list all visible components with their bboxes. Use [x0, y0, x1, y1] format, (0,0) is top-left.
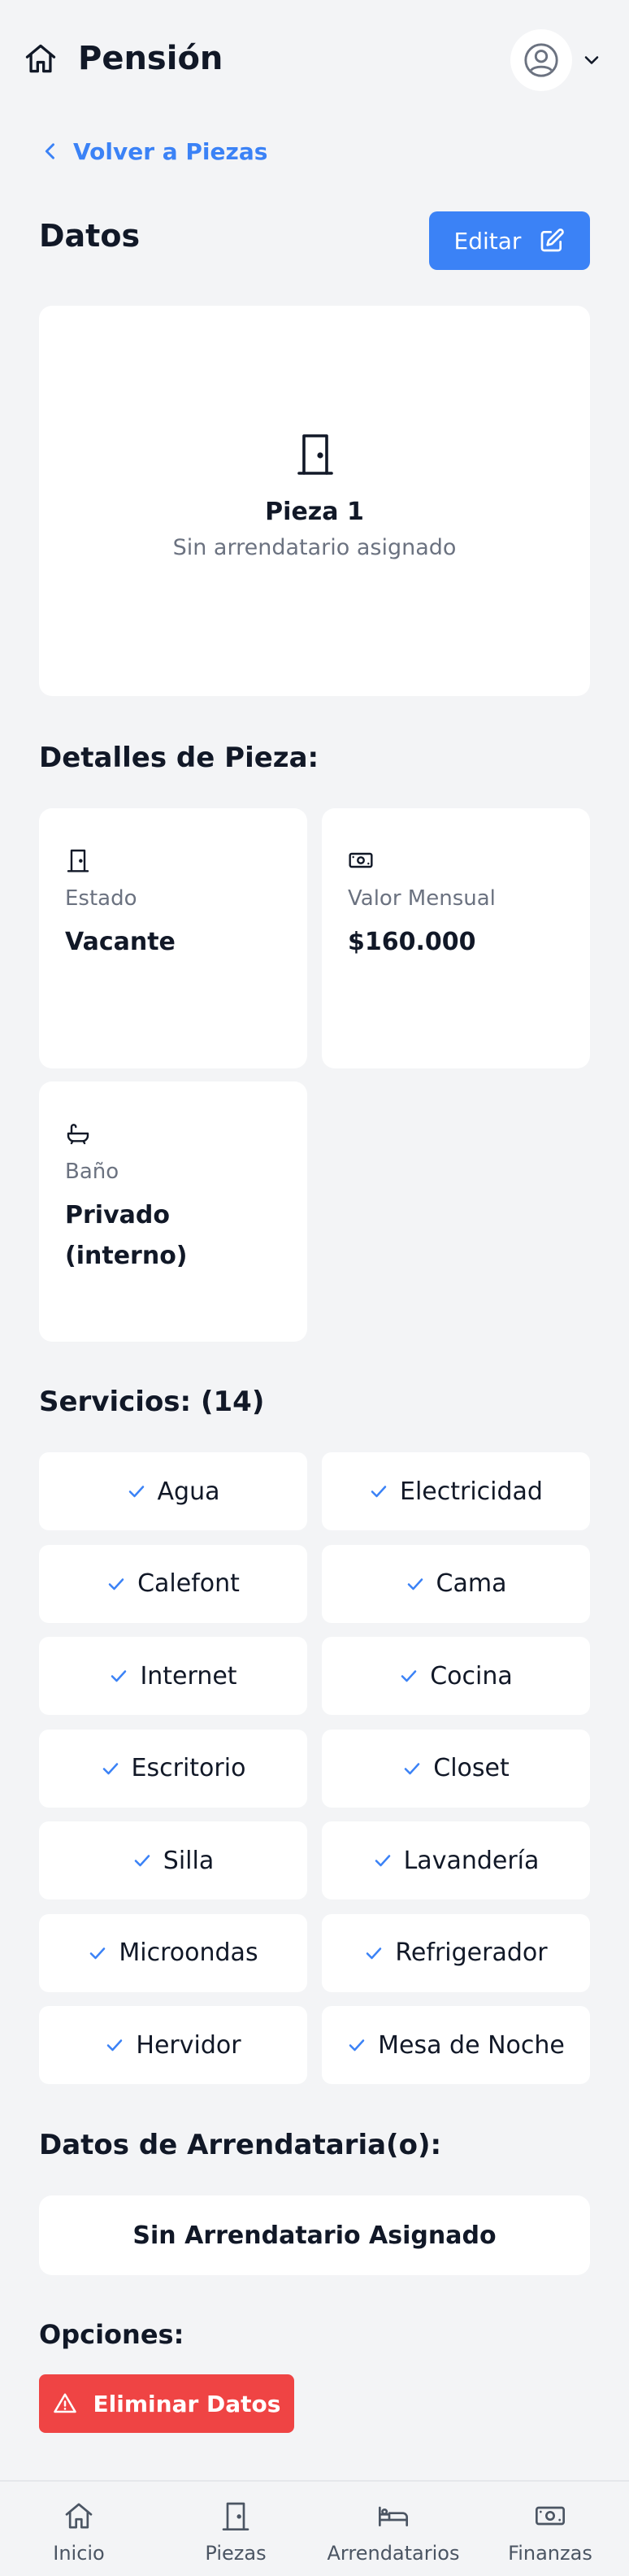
- detail-label: Baño: [65, 1160, 119, 1184]
- nav-item-arrendatarios[interactable]: Arrendatarios: [314, 2482, 472, 2576]
- service-item: Cama: [322, 1544, 590, 1623]
- check-icon: [364, 1943, 395, 1963]
- nav-item-piezas[interactable]: Piezas: [157, 2482, 314, 2576]
- check-icon: [106, 1574, 137, 1594]
- chevron-left-icon: [39, 140, 73, 163]
- service-item: Internet: [39, 1637, 307, 1715]
- check-icon: [101, 1759, 132, 1778]
- service-label: Closet: [433, 1754, 510, 1782]
- detail-label: Valor Mensual: [348, 886, 496, 911]
- detail-value: Privado (interno): [65, 1201, 188, 1270]
- service-item: Calefont: [39, 1544, 307, 1623]
- detail-value: $160.000: [348, 928, 476, 956]
- check-icon: [369, 1482, 400, 1501]
- bed-icon: [379, 2506, 408, 2526]
- app-header: Pensión: [0, 0, 629, 114]
- service-label: Agua: [157, 1477, 220, 1506]
- section-title-tenant: Datos de Arrendataria(o):: [39, 2129, 442, 2161]
- detail-card-bano: Baño Privado (interno): [39, 1081, 307, 1342]
- check-icon: [127, 1482, 158, 1501]
- check-icon: [347, 2035, 378, 2055]
- service-label: Cama: [436, 1569, 507, 1598]
- section-title-datos: Datos: [39, 218, 141, 254]
- service-item: Agua: [39, 1452, 307, 1530]
- section-title-services: Servicios: (14): [39, 1386, 265, 1418]
- service-item: Refrigerador: [322, 1913, 590, 1992]
- nav-item-inicio[interactable]: Inicio: [0, 2482, 158, 2576]
- service-label: Calefont: [137, 1569, 240, 1598]
- door-icon: [222, 2502, 249, 2530]
- service-label: Mesa de Noche: [378, 2030, 565, 2060]
- service-item: Closet: [322, 1729, 590, 1808]
- check-icon: [373, 1851, 404, 1870]
- service-label: Microondas: [119, 1939, 258, 1967]
- section-title-options: Opciones:: [39, 2319, 184, 2350]
- check-icon: [109, 1666, 140, 1686]
- back-to-rooms-link[interactable]: Volver a Piezas: [39, 133, 267, 169]
- nav-label: Piezas: [205, 2542, 267, 2565]
- nav-label: Inicio: [53, 2542, 105, 2565]
- home-icon: [65, 2503, 93, 2529]
- chevron-down-icon[interactable]: [580, 49, 603, 72]
- back-link-label: Volver a Piezas: [73, 137, 268, 165]
- service-item: Electricidad: [322, 1452, 590, 1530]
- delete-data-button[interactable]: Eliminar Datos: [39, 2374, 294, 2433]
- room-name: Pieza 1: [265, 498, 364, 526]
- service-item: Silla: [39, 1821, 307, 1899]
- service-label: Lavandería: [403, 1846, 540, 1875]
- edit-button[interactable]: Editar: [429, 211, 590, 270]
- service-item: Escritorio: [39, 1729, 307, 1808]
- service-label: Escritorio: [131, 1754, 246, 1782]
- tenant-card: Sin Arrendatario Asignado: [39, 2195, 590, 2275]
- user-menu-button[interactable]: [510, 29, 572, 91]
- edit-button-label: Editar: [453, 227, 522, 255]
- room-subtitle: Sin arrendatario asignado: [172, 535, 457, 560]
- check-icon: [88, 1943, 119, 1963]
- service-item: Mesa de Noche: [322, 2006, 590, 2084]
- warning-icon: [53, 2391, 93, 2416]
- user-circle-icon: [523, 41, 560, 79]
- check-icon: [399, 1666, 430, 1686]
- service-item: Microondas: [39, 1913, 307, 1992]
- bathtub-icon: [65, 1120, 91, 1147]
- tenant-status: Sin Arrendatario Asignado: [132, 2221, 497, 2250]
- service-label: Silla: [163, 1846, 215, 1875]
- service-label: Cocina: [430, 1661, 513, 1690]
- money-icon: [348, 847, 374, 873]
- detail-label: Estado: [65, 886, 137, 911]
- service-item: Hervidor: [39, 2006, 307, 2084]
- app-title: Pensión: [78, 40, 223, 77]
- check-icon: [132, 1851, 163, 1870]
- nav-label: Finanzas: [508, 2542, 592, 2565]
- service-item: Lavandería: [322, 1821, 590, 1899]
- nav-item-finanzas[interactable]: Finanzas: [471, 2482, 629, 2576]
- check-icon: [105, 2035, 136, 2055]
- edit-icon: [521, 228, 565, 254]
- check-icon: [406, 1574, 436, 1594]
- service-label: Electricidad: [400, 1477, 543, 1506]
- section-title-details: Detalles de Pieza:: [39, 742, 319, 774]
- check-icon: [402, 1759, 433, 1778]
- nav-label: Arrendatarios: [327, 2542, 460, 2565]
- service-label: Hervidor: [136, 2030, 241, 2060]
- service-label: Internet: [140, 1661, 237, 1690]
- delete-button-label: Eliminar Datos: [93, 2390, 281, 2417]
- door-icon: [296, 433, 335, 475]
- home-icon[interactable]: [23, 41, 59, 76]
- detail-card-estado: Estado Vacante: [39, 808, 307, 1068]
- bottom-nav: Inicio Piezas Arrendatarios Finanzas: [0, 2480, 629, 2576]
- door-icon: [65, 847, 91, 873]
- service-item: Cocina: [322, 1637, 590, 1715]
- detail-card-valor: Valor Mensual $160.000: [322, 808, 590, 1068]
- service-label: Refrigerador: [395, 1939, 548, 1967]
- detail-value: Vacante: [65, 928, 176, 956]
- money-icon: [536, 2506, 565, 2526]
